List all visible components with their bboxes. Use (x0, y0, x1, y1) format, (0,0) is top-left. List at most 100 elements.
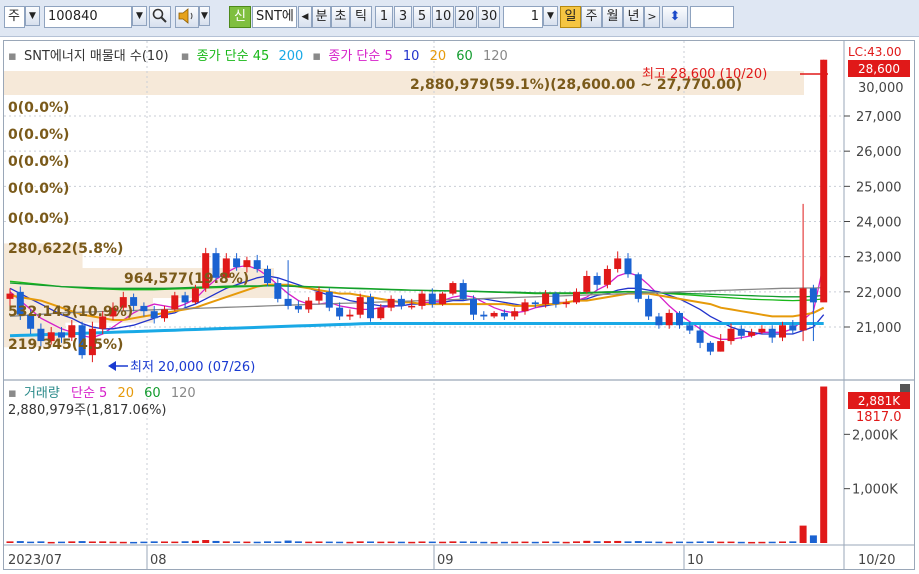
candle-body (500, 312, 508, 317)
price-axis: 21,000 22,000 23,000 24,000 25,000 26,000 27,0… (844, 110, 902, 336)
vol-legend-ma60: 60 (144, 386, 161, 401)
volume-bar (634, 541, 642, 543)
candle-body (624, 258, 632, 275)
volume-bar (140, 541, 148, 544)
candle-body (418, 293, 426, 306)
volume-bar (68, 541, 76, 543)
volume-bar (222, 541, 230, 543)
price-tick-label: 21,000 (856, 321, 902, 336)
volume-bar (88, 541, 96, 543)
stock-chart: ▪ SNT에너지 매물대 수(10) ▪ 종가 단순 45 200 ▪ 종가 단… (4, 41, 915, 570)
candle-body (748, 332, 756, 336)
volume-bar (367, 541, 374, 543)
volume-bar (799, 525, 807, 543)
volume-bar (809, 535, 817, 543)
volume-bar (377, 541, 385, 544)
volume-bar (614, 540, 622, 543)
volume-bar (202, 540, 210, 543)
candle-body (603, 268, 611, 285)
volume-bar (150, 541, 158, 543)
legend-ma20: 20 (430, 49, 447, 64)
candle-body (779, 325, 786, 338)
legend-ma200: 200 (278, 49, 303, 64)
volume-bar (552, 541, 560, 544)
corner-tag: LC:43.00 (848, 45, 901, 59)
volume-bar (27, 541, 35, 544)
vol-legend-ma5: 단순 5 (71, 386, 107, 401)
volume-bar (717, 541, 725, 544)
volume-bar (500, 541, 508, 544)
volume-bar (78, 541, 86, 543)
candle-body (737, 328, 745, 336)
volume-bar (676, 541, 683, 544)
vol-legend-ma120: 120 (171, 386, 196, 401)
zero-label: 0(0.0%) (8, 211, 69, 227)
candle-body (480, 314, 488, 317)
candle-body (161, 309, 168, 319)
volume-bar (542, 541, 550, 543)
volume-bar (449, 541, 457, 543)
price-tick-label: 24,000 (856, 216, 902, 231)
candle-body (171, 295, 179, 310)
candle-body (583, 276, 591, 292)
candle-body (264, 268, 271, 284)
volume-bar (130, 541, 138, 544)
candle-body (717, 341, 725, 352)
volume-bar (119, 541, 127, 544)
candle-body (150, 311, 158, 319)
candle-body (531, 302, 539, 305)
candle-body (614, 258, 622, 269)
candle-body (325, 291, 333, 308)
profile-label: 280,622(5.8%) (8, 241, 123, 257)
volume-bar (593, 541, 601, 543)
volume-bar (109, 541, 117, 544)
volume-badge-value: 2,881K (858, 394, 901, 408)
volume-bar (624, 541, 632, 543)
zero-label: 0(0.0%) (8, 100, 69, 116)
candle-body (655, 316, 663, 326)
low-annotation: 최저 20,000 (07/26) (130, 360, 255, 375)
volume-bar (264, 541, 271, 543)
volume-bar (346, 541, 354, 544)
close-icon[interactable] (900, 384, 910, 392)
x-label: 2023/07 (8, 553, 62, 568)
volume-bar (99, 541, 107, 543)
volume-bar (573, 541, 580, 543)
volume-badge-pct: 1817.0 (856, 410, 902, 425)
candle-body (274, 283, 282, 299)
volume-bar (336, 541, 344, 544)
candle-body (799, 288, 807, 331)
volume-bar (531, 541, 539, 544)
candle-body (470, 298, 477, 315)
top-price-label: 30,000 (858, 81, 904, 96)
volume-axis: 2,000K 1,000K (844, 428, 898, 498)
volume-bar (16, 541, 24, 543)
volume-bar (6, 541, 14, 543)
candle-body (336, 307, 344, 317)
volume-bar (418, 541, 426, 543)
candle-body (294, 305, 302, 310)
volume-bar (583, 540, 591, 543)
candle-body (305, 300, 313, 310)
volume-bar (253, 541, 261, 544)
candle-body (367, 297, 374, 319)
volume-bar (397, 541, 405, 544)
candle-body (820, 59, 828, 303)
volume-bar (603, 541, 611, 543)
volume-bar (294, 541, 302, 543)
volume-bar (387, 541, 395, 544)
volume-bar (511, 541, 519, 544)
profile-label: 532,143(10.9%) (8, 304, 133, 320)
candle-body (377, 307, 385, 319)
vol-legend-volume: 거래량 (24, 386, 60, 401)
price-tick-label: 23,000 (856, 251, 902, 266)
legend-title: SNT에너지 매물대 수(10) (24, 49, 169, 64)
price-tick-label: 26,000 (856, 145, 902, 160)
volume-bar (820, 386, 828, 543)
volume-bar (737, 541, 745, 544)
legend-ma10: 10 (403, 49, 420, 64)
volume-bar (706, 541, 714, 543)
volume-bar (243, 541, 251, 544)
candle-body (459, 283, 467, 299)
profile-label: 219,345(4.5%) (8, 337, 123, 353)
